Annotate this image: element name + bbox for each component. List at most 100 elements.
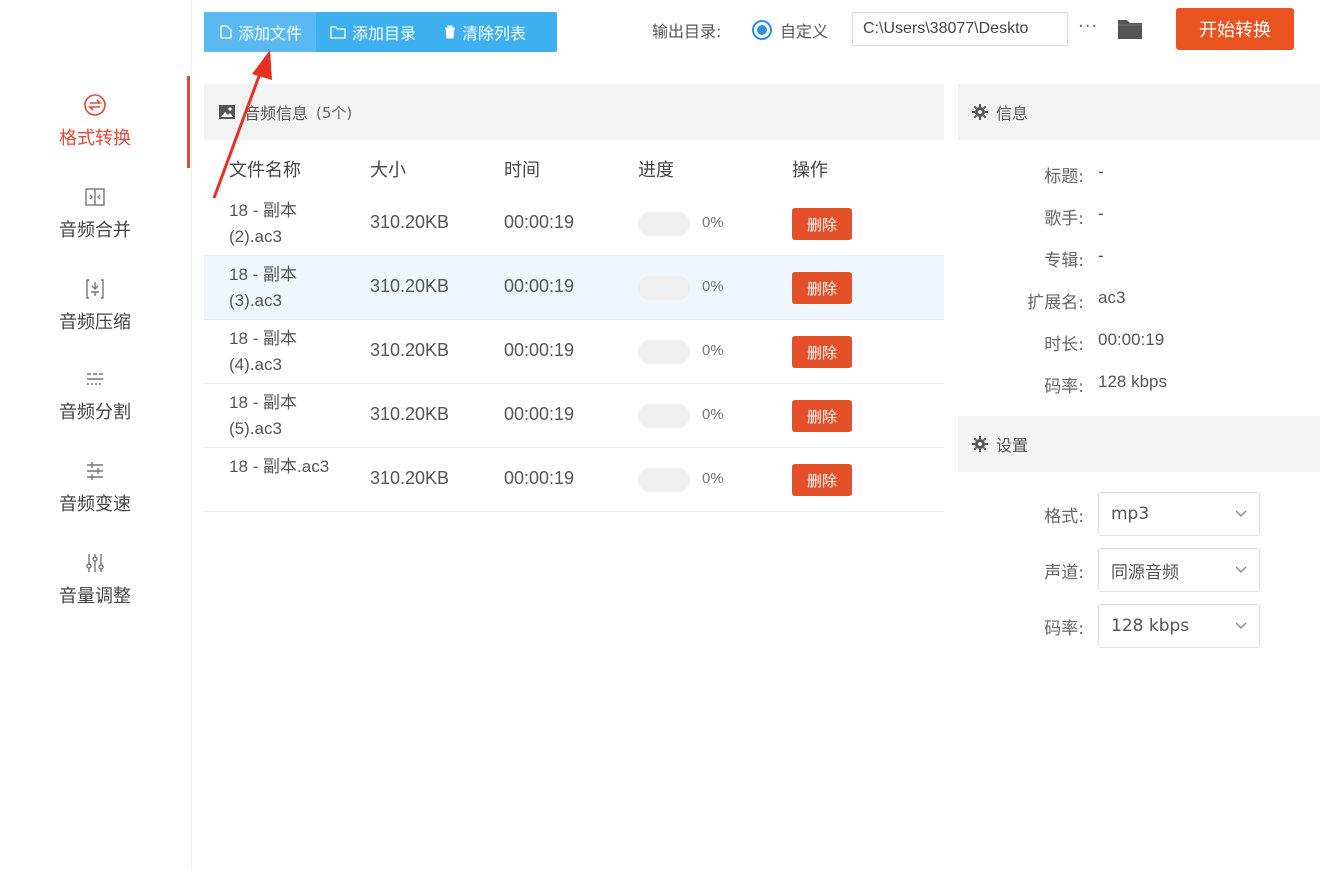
setting-value: 128 kbps: [1111, 616, 1190, 636]
sidebar-item-volume-adjust[interactable]: 音量调整: [0, 534, 190, 624]
sidebar-item-audio-speed[interactable]: 音频变速: [0, 442, 190, 532]
clear-list-button[interactable]: 清除列表: [430, 12, 540, 52]
file-size: 310.20KB: [370, 212, 450, 232]
sidebar-item-audio-compress[interactable]: 音频压缩: [0, 260, 190, 350]
info-value: 00:00:19: [1098, 330, 1165, 349]
split-icon: [82, 366, 108, 392]
compress-icon: [82, 276, 108, 302]
setting-value: 同源音频: [1111, 562, 1179, 583]
delete-button[interactable]: 删除: [792, 208, 852, 240]
file-duration: 00:00:19: [504, 404, 575, 424]
sidebar-item-audio-split[interactable]: 音频分割: [0, 350, 190, 440]
folder-outline-icon: [330, 26, 346, 39]
settings-header: 设置: [958, 416, 1320, 472]
sidebar: 格式转换 音频合并 音频压缩 音频分割 音频变速 音量调整: [0, 0, 192, 870]
delete-button[interactable]: 删除: [792, 272, 852, 304]
file-toolbar: 添加文件 添加目录 清除列表: [204, 12, 557, 52]
info-title: 信息: [996, 104, 1029, 123]
delete-button[interactable]: 删除: [792, 464, 852, 496]
clear-list-label: 清除列表: [462, 24, 527, 43]
progress-bar: [638, 340, 690, 364]
file-name: 18 - 副本 (2).ac3: [229, 201, 298, 246]
column-header-action: 操作: [792, 160, 828, 181]
volume-icon: [82, 550, 108, 576]
sidebar-item-label: 音量调整: [59, 586, 131, 607]
more-options-button[interactable]: ···: [1078, 16, 1098, 37]
file-name: 18 - 副本 (4).ac3: [229, 329, 298, 374]
info-key: 码率:: [1044, 377, 1084, 397]
gear-icon: [972, 104, 988, 120]
info-value: -: [1098, 204, 1104, 223]
custom-radio-label[interactable]: 自定义: [780, 18, 828, 42]
file-duration: 00:00:19: [504, 340, 575, 360]
progress-bar: [638, 212, 690, 236]
table-header: 文件名称 大小 时间 进度 操作: [204, 140, 944, 192]
table-row[interactable]: 18 - 副本.ac3 310.20KB 00:00:19 0% 删除: [204, 448, 944, 512]
file-size: 310.20KB: [370, 340, 450, 360]
progress-bar: [638, 468, 690, 492]
info-key: 时长:: [1044, 335, 1084, 355]
setting-key: 格式:: [1044, 507, 1084, 527]
start-convert-button[interactable]: 开始转换: [1176, 8, 1294, 50]
convert-icon: [82, 92, 108, 118]
file-name: 18 - 副本 (5).ac3: [229, 393, 298, 438]
delete-button[interactable]: 删除: [792, 336, 852, 368]
speed-icon: [82, 458, 108, 484]
column-header-size: 大小: [370, 160, 406, 181]
table-row[interactable]: 18 - 副本 (3).ac3 310.20KB 00:00:19 0% 删除: [204, 256, 944, 320]
info-value: 128 kbps: [1098, 372, 1167, 391]
info-field: 标题: -: [958, 152, 1320, 194]
table-row[interactable]: 18 - 副本 (2).ac3 310.20KB 00:00:19 0% 删除: [204, 192, 944, 256]
file-duration: 00:00:19: [504, 468, 575, 488]
info-field: 歌手: -: [958, 194, 1320, 236]
file-duration: 00:00:19: [504, 212, 575, 232]
gear-icon: [972, 436, 988, 452]
setting-select[interactable]: 同源音频: [1098, 548, 1260, 592]
info-value: ac3: [1098, 288, 1126, 307]
progress-bar: [638, 276, 690, 300]
info-value: -: [1098, 246, 1104, 265]
file-size: 310.20KB: [370, 468, 450, 488]
file-count: (5个): [316, 103, 353, 122]
file-table-body: 18 - 副本 (2).ac3 310.20KB 00:00:19 0% 删除 18 - …: [204, 192, 944, 512]
delete-button[interactable]: 删除: [792, 400, 852, 432]
info-field: 专辑: -: [958, 236, 1320, 278]
info-value: -: [1098, 162, 1104, 181]
file-size: 310.20KB: [370, 276, 450, 296]
sidebar-item-label: 音频合并: [59, 220, 131, 241]
settings-title: 设置: [996, 436, 1029, 455]
sidebar-item-format-convert[interactable]: 格式转换: [0, 76, 190, 168]
image-icon: [219, 105, 235, 119]
setting-select[interactable]: mp3: [1098, 492, 1260, 536]
add-file-label: 添加文件: [238, 24, 303, 43]
table-row[interactable]: 18 - 副本 (5).ac3 310.20KB 00:00:19 0% 删除: [204, 384, 944, 448]
setting-value: mp3: [1111, 504, 1150, 524]
add-directory-button[interactable]: 添加目录: [316, 12, 430, 52]
audio-info-header: 音频信息 (5个): [204, 84, 944, 140]
file-name: 18 - 副本.ac3: [229, 457, 330, 476]
sidebar-item-audio-merge[interactable]: 音频合并: [0, 168, 190, 258]
output-path-input[interactable]: [852, 12, 1068, 46]
folder-icon[interactable]: [1116, 16, 1144, 42]
progress-percent: 0%: [702, 406, 724, 423]
info-key: 标题:: [1044, 167, 1084, 187]
info-fields: 标题: - 歌手: - 专辑: - 扩展名: ac3 时长: 00:00:19 码率: 128 kbp…: [958, 152, 1320, 404]
file-size: 310.20KB: [370, 404, 450, 424]
info-key: 扩展名:: [1027, 293, 1084, 313]
setting-field: 格式: mp3: [958, 484, 1320, 540]
info-field: 时长: 00:00:19: [958, 320, 1320, 362]
custom-radio[interactable]: [752, 20, 772, 40]
info-field: 扩展名: ac3: [958, 278, 1320, 320]
file-icon: [220, 25, 232, 39]
sidebar-item-label: 音频变速: [59, 494, 131, 515]
info-key: 歌手:: [1044, 209, 1084, 229]
progress-percent: 0%: [702, 278, 724, 295]
table-row[interactable]: 18 - 副本 (4).ac3 310.20KB 00:00:19 0% 删除: [204, 320, 944, 384]
setting-field: 码率: 128 kbps: [958, 596, 1320, 652]
setting-select[interactable]: 128 kbps: [1098, 604, 1260, 648]
chevron-down-icon: [1235, 622, 1247, 629]
info-header: 信息: [958, 84, 1320, 140]
file-name: 18 - 副本 (3).ac3: [229, 265, 298, 310]
add-file-button[interactable]: 添加文件: [204, 12, 317, 52]
progress-percent: 0%: [702, 214, 724, 231]
